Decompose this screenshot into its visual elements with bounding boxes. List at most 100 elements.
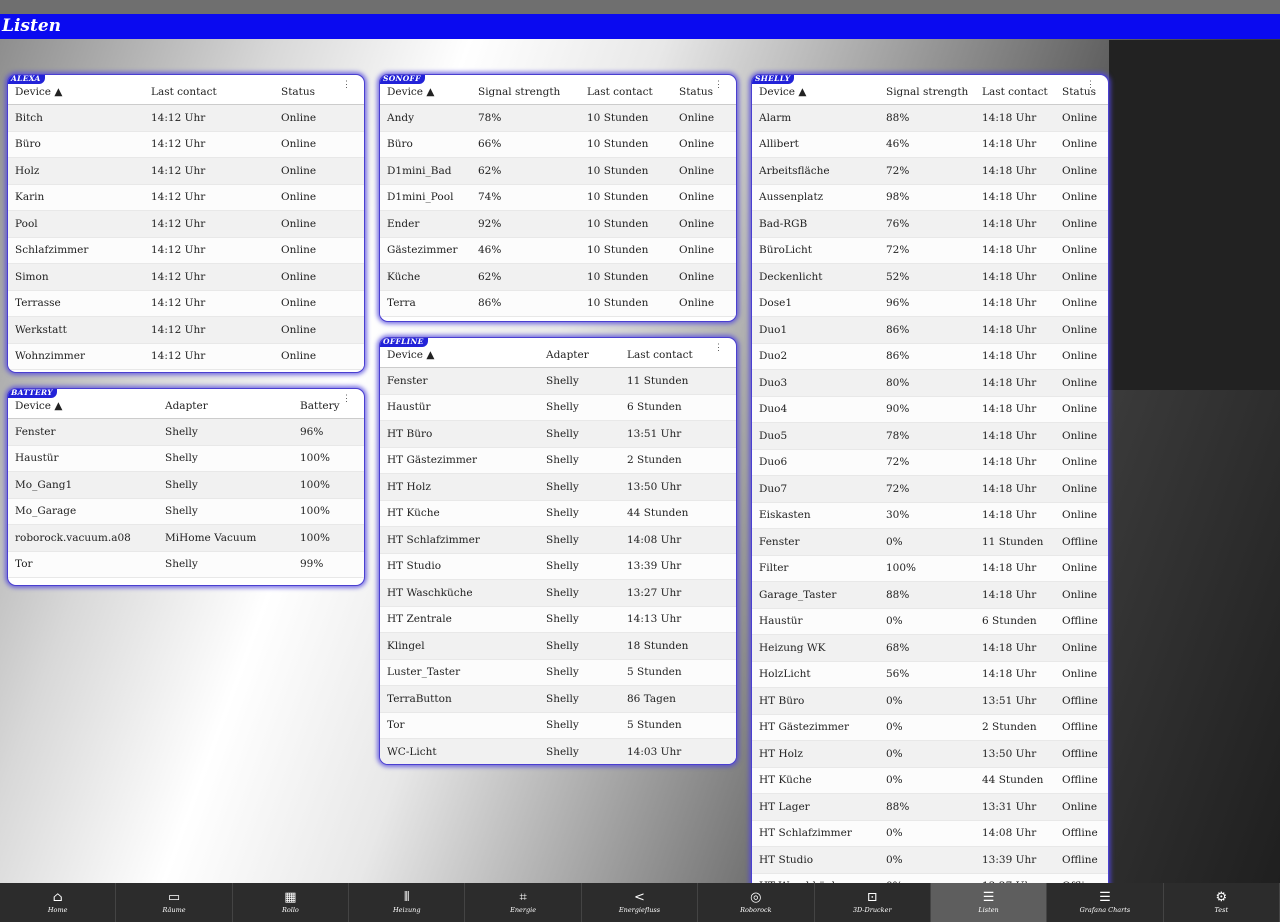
- table-row[interactable]: Klingel Shelly 18 Stunden: [380, 632, 736, 660]
- table-row[interactable]: Duo2 86% 14:18 Uhr Online: [752, 343, 1108, 370]
- table-row[interactable]: HT Zentrale Shelly 14:13 Uhr: [380, 606, 736, 633]
- table-row[interactable]: Terra 86% 10 Stunden Online: [380, 290, 736, 317]
- table-row[interactable]: Holz 14:12 Uhr Online: [8, 157, 364, 185]
- table-row[interactable]: Terrasse 14:12 Uhr Online: [8, 290, 364, 317]
- table-row[interactable]: Küche 62% 10 Stunden Online: [380, 263, 736, 291]
- column-header-battery[interactable]: Battery: [300, 389, 364, 419]
- more-menu-icon[interactable]: ⋮: [714, 81, 723, 90]
- table-cell: 14:18 Uhr: [982, 290, 1062, 317]
- table-row[interactable]: Heizung WK 68% 14:18 Uhr Online: [752, 634, 1108, 662]
- table-row[interactable]: Dose1 96% 14:18 Uhr Online: [752, 290, 1108, 317]
- table-row[interactable]: HT Küche 0% 44 Stunden Offline: [752, 767, 1108, 794]
- column-header-last-contact[interactable]: Last contact: [151, 75, 281, 105]
- column-header-adapter[interactable]: Adapter: [165, 389, 300, 419]
- table-row[interactable]: Mo_Garage Shelly 100%: [8, 498, 364, 525]
- column-header-status[interactable]: Status: [281, 75, 364, 105]
- table-row[interactable]: Tor Shelly 99%: [8, 551, 364, 578]
- table-row[interactable]: Büro 66% 10 Stunden Online: [380, 131, 736, 158]
- table-cell: Mo_Garage: [8, 498, 165, 525]
- table-row[interactable]: D1mini_Bad 62% 10 Stunden Online: [380, 157, 736, 185]
- table-row[interactable]: Duo7 72% 14:18 Uhr Online: [752, 475, 1108, 503]
- table-row[interactable]: HT Holz 0% 13:50 Uhr Offline: [752, 740, 1108, 768]
- table-row[interactable]: Arbeitsfläche 72% 14:18 Uhr Online: [752, 157, 1108, 185]
- table-row[interactable]: Bad-RGB 76% 14:18 Uhr Online: [752, 210, 1108, 238]
- more-menu-icon[interactable]: ⋮: [342, 81, 351, 90]
- table-row[interactable]: roborock.vacuum.a08 MiHome Vacuum 100%: [8, 524, 364, 552]
- table-row[interactable]: Eiskasten 30% 14:18 Uhr Online: [752, 502, 1108, 529]
- table-row[interactable]: BüroLicht 72% 14:18 Uhr Online: [752, 237, 1108, 264]
- table-row[interactable]: Alarm 88% 14:18 Uhr Online: [752, 104, 1108, 132]
- nav-item-energiefluss[interactable]: < Energiefluss: [582, 883, 699, 922]
- table-row[interactable]: Büro 14:12 Uhr Online: [8, 131, 364, 158]
- column-header-status[interactable]: Status: [1062, 75, 1108, 105]
- table-row[interactable]: D1mini_Pool 74% 10 Stunden Online: [380, 184, 736, 211]
- nav-item-heizung[interactable]: ⦀ Heizung: [349, 883, 466, 922]
- table-row[interactable]: Haustür 0% 6 Stunden Offline: [752, 608, 1108, 635]
- table-row[interactable]: Luster_Taster Shelly 5 Stunden: [380, 659, 736, 686]
- nav-item-energie[interactable]: ⌗ Energie: [465, 883, 582, 922]
- table-row[interactable]: WC-Licht Shelly 14:03 Uhr: [380, 738, 736, 764]
- table-row[interactable]: Aussenplatz 98% 14:18 Uhr Online: [752, 184, 1108, 211]
- table-row[interactable]: HT Büro 0% 13:51 Uhr Offline: [752, 687, 1108, 715]
- table-cell: 0%: [886, 687, 982, 715]
- table-row[interactable]: Simon 14:12 Uhr Online: [8, 263, 364, 291]
- table-row[interactable]: HT Studio 0% 13:39 Uhr Offline: [752, 846, 1108, 874]
- nav-item-grafana-charts[interactable]: ☰ Grafana Charts: [1047, 883, 1164, 922]
- table-row[interactable]: HolzLicht 56% 14:18 Uhr Online: [752, 661, 1108, 688]
- table-row[interactable]: HT Büro Shelly 13:51 Uhr: [380, 420, 736, 448]
- table-row[interactable]: Schlafzimmer 14:12 Uhr Online: [8, 237, 364, 264]
- table-row[interactable]: HT Schlafzimmer 0% 14:08 Uhr Offline: [752, 820, 1108, 847]
- table-row[interactable]: HT Studio Shelly 13:39 Uhr: [380, 553, 736, 580]
- nav-item-roborock[interactable]: ◎ Roborock: [698, 883, 815, 922]
- table-row[interactable]: Haustür Shelly 100%: [8, 445, 364, 472]
- table-row[interactable]: HT Küche Shelly 44 Stunden: [380, 500, 736, 527]
- nav-item-home[interactable]: ⌂ Home: [0, 883, 117, 922]
- column-header-adapter[interactable]: Adapter: [546, 338, 627, 368]
- table-row[interactable]: HT Lager 88% 13:31 Uhr Online: [752, 793, 1108, 821]
- nav-item-listen[interactable]: ☰ Listen: [930, 883, 1048, 922]
- table-row[interactable]: Fenster Shelly 96%: [8, 418, 364, 446]
- column-header-signal-strength[interactable]: Signal strength: [886, 75, 982, 105]
- more-menu-icon[interactable]: ⋮: [342, 395, 351, 404]
- table-row[interactable]: HT Waschküche Shelly 13:27 Uhr: [380, 579, 736, 607]
- table-row[interactable]: Fenster 0% 11 Stunden Offline: [752, 528, 1108, 556]
- table-row[interactable]: Duo4 90% 14:18 Uhr Online: [752, 396, 1108, 423]
- table-row[interactable]: Andy 78% 10 Stunden Online: [380, 104, 736, 132]
- nav-item-test[interactable]: ⚙ Test: [1164, 883, 1280, 922]
- table-row[interactable]: Haustür Shelly 6 Stunden: [380, 394, 736, 421]
- table-row[interactable]: Pool 14:12 Uhr Online: [8, 210, 364, 238]
- table-row[interactable]: Mo_Gang1 Shelly 100%: [8, 471, 364, 499]
- table-row[interactable]: Duo3 80% 14:18 Uhr Online: [752, 369, 1108, 397]
- table-row[interactable]: HT Gästezimmer Shelly 2 Stunden: [380, 447, 736, 474]
- table-cell: Online: [1062, 581, 1108, 609]
- table-row[interactable]: Duo6 72% 14:18 Uhr Online: [752, 449, 1108, 476]
- table-row[interactable]: Bitch 14:12 Uhr Online: [8, 104, 364, 132]
- column-header-status[interactable]: Status: [679, 75, 736, 105]
- more-menu-icon[interactable]: ⋮: [1086, 81, 1095, 90]
- table-row[interactable]: Garage_Taster 88% 14:18 Uhr Online: [752, 581, 1108, 609]
- nav-item-3d-drucker[interactable]: ⊡ 3D-Drucker: [815, 883, 931, 922]
- column-header-last-contact[interactable]: Last contact: [982, 75, 1062, 105]
- table-cell: 14:12 Uhr: [151, 263, 281, 291]
- table-row[interactable]: Karin 14:12 Uhr Online: [8, 184, 364, 211]
- table-row[interactable]: Allibert 46% 14:18 Uhr Online: [752, 131, 1108, 158]
- table-row[interactable]: Ender 92% 10 Stunden Online: [380, 210, 736, 238]
- table-row[interactable]: Tor Shelly 5 Stunden: [380, 712, 736, 739]
- table-row[interactable]: Deckenlicht 52% 14:18 Uhr Online: [752, 263, 1108, 291]
- table-row[interactable]: Wohnzimmer 14:12 Uhr Online: [8, 343, 364, 370]
- table-row[interactable]: Fenster Shelly 11 Stunden: [380, 367, 736, 395]
- table-row[interactable]: Filter 100% 14:18 Uhr Online: [752, 555, 1108, 582]
- table-row[interactable]: HT Gästezimmer 0% 2 Stunden Offline: [752, 714, 1108, 741]
- nav-item-r-ume[interactable]: ▭ Räume: [116, 883, 233, 922]
- table-row[interactable]: HT Schlafzimmer Shelly 14:08 Uhr: [380, 526, 736, 554]
- table-row[interactable]: Gästezimmer 46% 10 Stunden Online: [380, 237, 736, 264]
- column-header-signal-strength[interactable]: Signal strength: [478, 75, 587, 105]
- nav-item-rollo[interactable]: ▦ Rollo: [233, 883, 350, 922]
- table-row[interactable]: TerraButton Shelly 86 Tagen: [380, 685, 736, 713]
- more-menu-icon[interactable]: ⋮: [714, 344, 723, 353]
- column-header-last-contact[interactable]: Last contact: [587, 75, 679, 105]
- table-row[interactable]: Werkstatt 14:12 Uhr Online: [8, 316, 364, 344]
- table-row[interactable]: Duo5 78% 14:18 Uhr Online: [752, 422, 1108, 450]
- table-row[interactable]: Duo1 86% 14:18 Uhr Online: [752, 316, 1108, 344]
- table-row[interactable]: HT Holz Shelly 13:50 Uhr: [380, 473, 736, 501]
